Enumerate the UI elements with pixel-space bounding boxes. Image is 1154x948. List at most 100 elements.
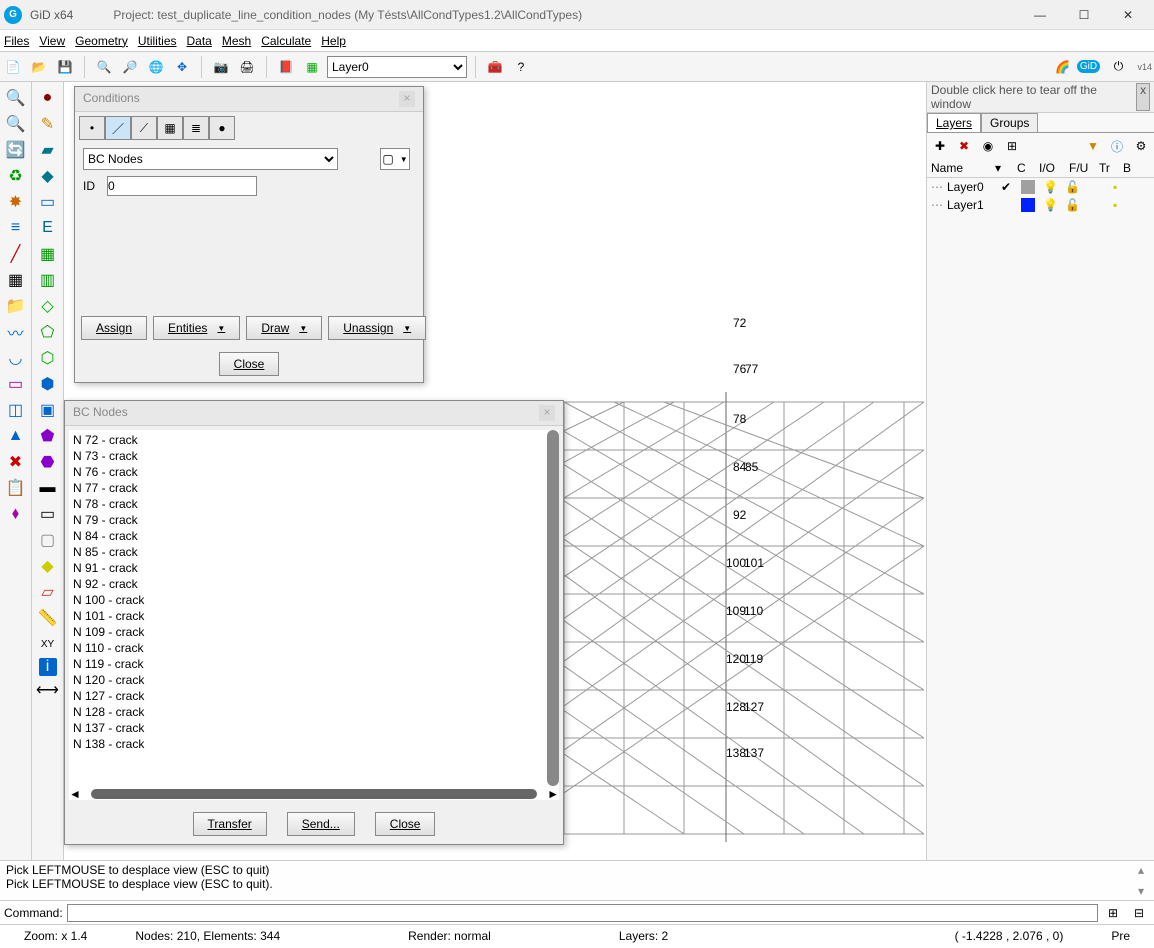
list-item[interactable]: N 120 - crack (71, 672, 557, 688)
layer-new-icon[interactable]: ✚ (929, 135, 951, 157)
entities-button[interactable]: Entities (153, 316, 240, 340)
draw-button[interactable]: Draw (246, 316, 322, 340)
layer-color-swatch[interactable] (1021, 180, 1035, 194)
menu-utilities[interactable]: Utilities (138, 34, 177, 48)
horizontal-scrollbar[interactable]: ◄► (69, 788, 559, 800)
box-tool-icon[interactable]: ▭ (4, 372, 28, 396)
save-icon[interactable]: 💾 (54, 56, 76, 78)
folder-icon[interactable]: 📁 (4, 294, 28, 318)
transfer-button[interactable]: Transfer (193, 812, 267, 836)
menu-geometry[interactable]: Geometry (75, 34, 128, 48)
list-item[interactable]: N 72 - crack (71, 432, 557, 448)
gray-a-icon[interactable]: ▢ (36, 528, 60, 552)
layer-off-icon[interactable]: ◉ (977, 135, 999, 157)
preferences-icon[interactable]: 🧰 (484, 56, 506, 78)
condition-select[interactable]: BC Nodes (83, 148, 338, 170)
black-a-icon[interactable]: ▬ (36, 476, 60, 500)
rainbow-icon[interactable]: 🌈 (1051, 56, 1073, 78)
menu-help[interactable]: Help (321, 34, 346, 48)
cond-tab-surface-icon[interactable]: ▦ (157, 116, 183, 140)
pan-icon[interactable]: ✥ (171, 56, 193, 78)
zoom-window-icon[interactable]: 🔍 (4, 112, 28, 136)
mesh-surf-icon[interactable]: ▥ (36, 268, 60, 292)
rotate-icon[interactable]: 🔄 (4, 138, 28, 162)
menu-data[interactable]: Data (187, 34, 212, 48)
black-b-icon[interactable]: ▭ (36, 502, 60, 526)
list-item[interactable]: N 84 - crack (71, 528, 557, 544)
cond-tab-line-icon[interactable]: ／ (105, 116, 131, 140)
zoom-frame-icon[interactable]: 🌐 (145, 56, 167, 78)
back-icon[interactable]: ▪ (1113, 198, 1127, 212)
bulb-icon[interactable]: 💡 (1043, 198, 1057, 212)
list-item[interactable]: N 77 - crack (71, 480, 557, 496)
list-item[interactable]: N 73 - crack (71, 448, 557, 464)
bc-list[interactable]: N 72 - crackN 73 - crackN 76 - crackN 77… (69, 430, 559, 800)
tab-layers[interactable]: Layers (927, 113, 981, 132)
layer-info-icon[interactable]: ⓘ (1106, 135, 1128, 157)
xy-icon[interactable]: XY (36, 632, 60, 656)
close-button[interactable]: ✕ (1106, 1, 1150, 29)
screenshot-icon[interactable]: 📷 (210, 56, 232, 78)
shape-c-icon[interactable]: ⬢ (36, 372, 60, 396)
layer-color-swatch[interactable] (1021, 198, 1035, 212)
gid-logo-icon[interactable]: GiD (1077, 56, 1099, 78)
outline-icon[interactable]: ◇ (36, 294, 60, 318)
layer-tree-icon[interactable]: ⊞ (1001, 135, 1023, 157)
zoom-tool-icon[interactable]: 🔍 (4, 86, 28, 110)
yellow-icon[interactable]: ◆ (36, 554, 60, 578)
list-item[interactable]: N 138 - crack (71, 736, 557, 752)
list-item[interactable]: N 76 - crack (71, 464, 557, 480)
tab-groups[interactable]: Groups (981, 113, 1038, 132)
recycle-icon[interactable]: ♻ (4, 164, 28, 188)
list-item[interactable]: N 85 - crack (71, 544, 557, 560)
bc-close-icon[interactable]: × (539, 405, 555, 421)
element-icon[interactable]: E (36, 216, 60, 240)
line-tool-icon[interactable]: ╱ (4, 242, 28, 266)
conditions-close-icon[interactable]: × (399, 91, 415, 107)
msg-scroll-up-icon[interactable]: ▴ (1138, 863, 1152, 877)
lock-icon[interactable]: 🔓 (1065, 198, 1083, 212)
list-item[interactable]: N 92 - crack (71, 576, 557, 592)
info-icon[interactable]: i (39, 658, 57, 676)
prism-tool-icon[interactable]: ▲ (4, 424, 28, 448)
menu-mesh[interactable]: Mesh (222, 34, 251, 48)
layer-filter-icon[interactable]: ▼ (1082, 135, 1104, 157)
cond-tab-curve-icon[interactable]: ⟋ (131, 116, 157, 140)
properties-icon[interactable]: 📋 (4, 476, 28, 500)
cmd-tool-b-icon[interactable]: ⊟ (1128, 902, 1150, 924)
layer-delete-icon[interactable]: ✖ (953, 135, 975, 157)
id-input[interactable] (107, 176, 257, 196)
layers-icon[interactable]: ▦ (301, 56, 323, 78)
list-item[interactable]: N 79 - crack (71, 512, 557, 528)
unassign-button[interactable]: Unassign (328, 316, 426, 340)
list-item[interactable]: N 127 - crack (71, 688, 557, 704)
layers-tool-icon[interactable]: ▦ (4, 268, 28, 292)
cond-tab-volume-icon[interactable]: ● (209, 116, 235, 140)
delete-icon[interactable]: ✖ (4, 450, 28, 474)
cmd-tool-a-icon[interactable]: ⊞ (1102, 902, 1124, 924)
list-item[interactable]: N 78 - crack (71, 496, 557, 512)
zoom-in-icon[interactable]: 🔍 (93, 56, 115, 78)
cond-tab-layers-icon[interactable]: ≣ (183, 116, 209, 140)
open-icon[interactable]: 📂 (28, 56, 50, 78)
list-item[interactable]: N 128 - crack (71, 704, 557, 720)
list-item[interactable]: N 100 - crack (71, 592, 557, 608)
minimize-button[interactable]: — (1018, 1, 1062, 29)
cond-tab-point-icon[interactable]: • (79, 116, 105, 140)
cursor-icon[interactable]: ⬧ (4, 502, 28, 526)
menu-calculate[interactable]: Calculate (261, 34, 311, 48)
tearoff-close-icon[interactable]: x (1136, 83, 1150, 111)
edit-icon[interactable]: ✎ (36, 112, 60, 136)
list-item[interactable]: N 137 - crack (71, 720, 557, 736)
maximize-button[interactable]: ☐ (1062, 1, 1106, 29)
volume-icon[interactable]: ◆ (36, 164, 60, 188)
assign-button[interactable]: Assign (81, 316, 147, 340)
list-icon[interactable]: ≡ (4, 216, 28, 240)
menu-files[interactable]: Files (4, 34, 29, 48)
shape-a-icon[interactable]: ⬠ (36, 320, 60, 344)
menu-view[interactable]: View (39, 34, 65, 48)
layer-opts-icon[interactable]: ⚙ (1130, 135, 1152, 157)
list-item[interactable]: N 110 - crack (71, 640, 557, 656)
arc-tool-icon[interactable]: ◡ (4, 346, 28, 370)
bc-close-button[interactable]: Close (375, 812, 436, 836)
